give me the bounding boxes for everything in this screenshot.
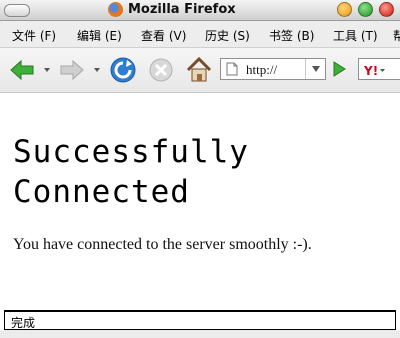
home-icon	[186, 56, 212, 82]
menu-tools[interactable]: 工具 (T)	[333, 27, 378, 44]
window-controls	[337, 2, 394, 17]
firefox-logo-icon	[108, 2, 123, 17]
page-message: You have connected to the server smoothl…	[13, 236, 312, 253]
menu-bookmarks[interactable]: 书签 (B)	[269, 27, 314, 44]
go-button[interactable]	[329, 58, 349, 80]
forward-history-dropdown[interactable]	[94, 68, 100, 72]
toolbar-toggle-button[interactable]	[4, 4, 30, 17]
heading-line-2: Connected	[13, 174, 190, 210]
window-title: Mozilla Firefox	[108, 2, 236, 17]
page-content: Successfully Connected You have connecte…	[0, 93, 400, 313]
minimize-button[interactable]	[337, 2, 352, 17]
zoom-button[interactable]	[358, 2, 373, 17]
forward-arrow-icon	[60, 59, 84, 81]
reload-icon	[110, 57, 136, 83]
menu-help[interactable]: 帮	[393, 27, 400, 44]
page-icon	[226, 62, 238, 76]
search-box[interactable]: Y!	[358, 58, 400, 80]
heading-line-1: Successfully	[13, 134, 249, 170]
back-history-dropdown[interactable]	[44, 68, 50, 72]
page-heading: Successfully Connected	[13, 132, 249, 212]
stop-icon	[149, 58, 173, 82]
yahoo-icon: Y!	[363, 63, 385, 77]
url-input[interactable]: http://	[246, 62, 277, 78]
home-button[interactable]	[184, 55, 214, 85]
menu-bar: 文件 (F) 编辑 (E) 查看 (V) 历史 (S) 书签 (B) 工具 (T…	[0, 21, 400, 48]
window-bottom-edge	[0, 330, 400, 338]
chevron-down-icon	[312, 66, 320, 72]
go-arrow-icon	[333, 61, 346, 77]
forward-button[interactable]	[58, 58, 86, 82]
reload-button[interactable]	[108, 56, 138, 84]
window-title-text: Mozilla Firefox	[128, 2, 236, 17]
svg-text:Y!: Y!	[363, 64, 378, 77]
stop-button[interactable]	[147, 56, 175, 84]
close-button[interactable]	[379, 2, 394, 17]
window-titlebar[interactable]: Mozilla Firefox	[0, 0, 400, 21]
menu-history[interactable]: 历史 (S)	[205, 27, 250, 44]
menu-edit[interactable]: 编辑 (E)	[77, 27, 122, 44]
back-button[interactable]	[8, 58, 36, 82]
status-bar: 完成	[4, 310, 396, 330]
back-arrow-icon	[10, 59, 34, 81]
status-text: 完成	[11, 316, 36, 330]
menu-file[interactable]: 文件 (F)	[12, 27, 56, 44]
url-history-dropdown[interactable]	[305, 59, 326, 79]
menu-view[interactable]: 查看 (V)	[141, 27, 186, 44]
url-bar[interactable]: http://	[220, 58, 326, 80]
